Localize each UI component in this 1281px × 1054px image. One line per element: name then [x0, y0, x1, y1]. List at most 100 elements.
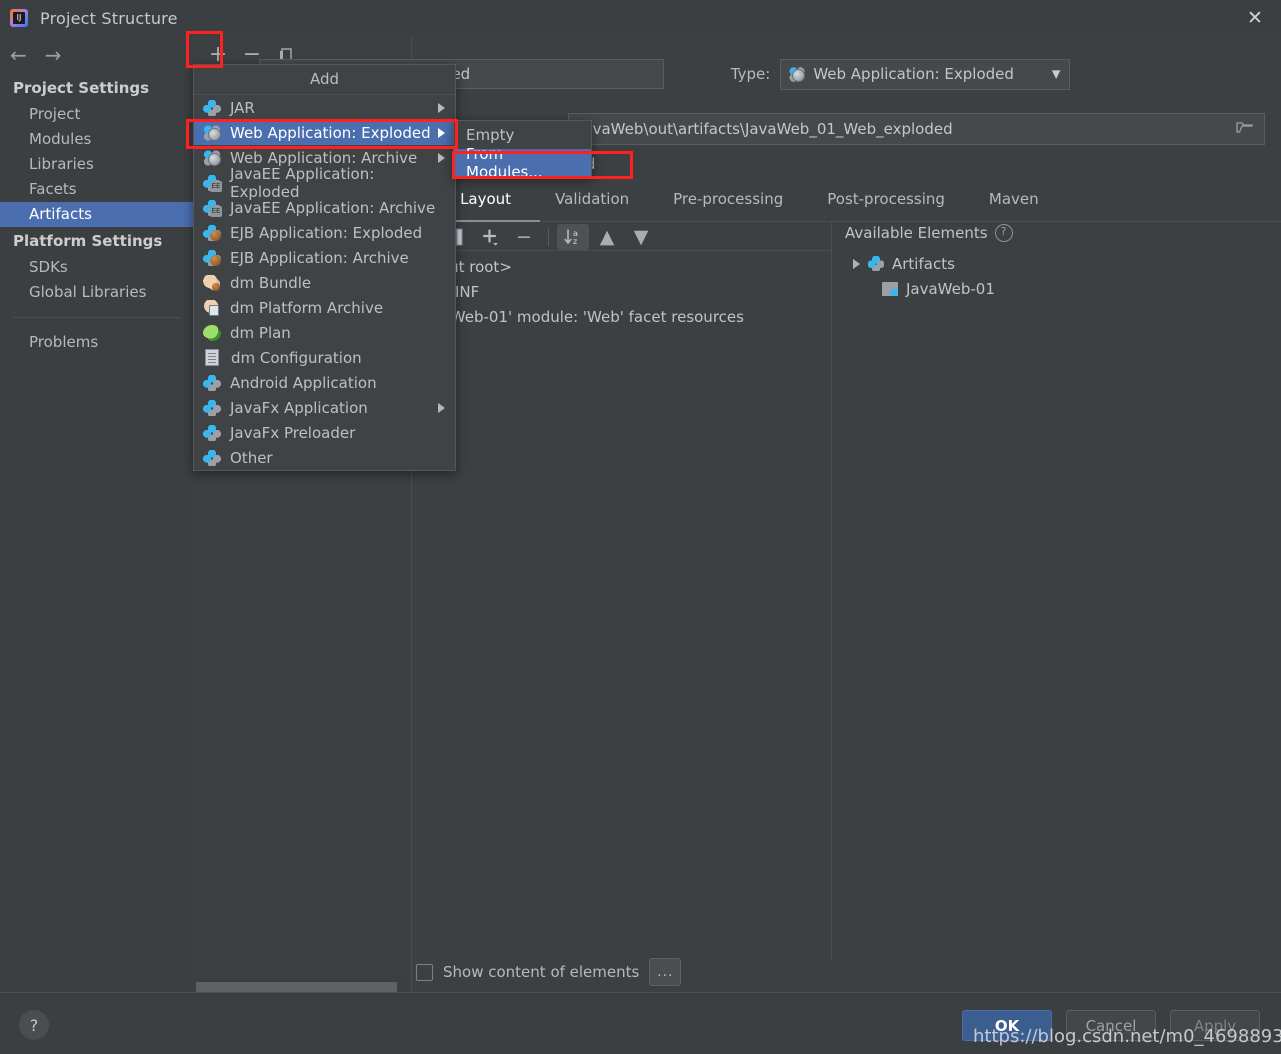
tree-row[interactable]: 'JavaWeb-01' module: 'Web' facet resourc…	[415, 305, 744, 330]
submenu-item-from-modules[interactable]: From Modules...	[454, 145, 591, 181]
sidebar-item-sdks[interactable]: SDKs	[0, 255, 193, 280]
menu-item-javaee-application-exploded[interactable]: JavaEE Application: Exploded	[194, 165, 455, 201]
arrow-up-icon[interactable]: ▲	[591, 224, 623, 250]
close-icon[interactable]: ✕	[1229, 0, 1281, 36]
menu-item-label: EJB Application: Archive	[230, 248, 409, 267]
sidebar-item-artifacts[interactable]: Artifacts	[0, 202, 193, 227]
tab-maven[interactable]: Maven	[967, 190, 1061, 218]
menu-item-label: dm Plan	[230, 323, 291, 342]
menu-item-dm-configuration[interactable]: dm Configuration	[194, 345, 455, 370]
output-directory-row: JavaWeb\out\artifacts\JavaWeb_01_Web_exp…	[568, 113, 1268, 145]
tab-post-processing[interactable]: Post-processing	[805, 190, 967, 218]
javafx-preloader-icon	[203, 424, 221, 441]
web-application-exploded-icon	[203, 124, 221, 141]
other-icon	[203, 449, 221, 466]
show-content-of-elements-row: Show content of elements ...	[416, 958, 682, 986]
dm-configuration-icon	[205, 349, 219, 366]
more-options-button[interactable]: ...	[649, 958, 682, 986]
available-elements-header: Available Elements ?	[845, 224, 1013, 242]
chevron-right-icon	[438, 127, 445, 138]
chevron-down-icon[interactable]: ▼	[1052, 68, 1060, 81]
tab-validation[interactable]: Validation	[533, 190, 651, 218]
dm-platform-archive-icon	[203, 299, 221, 316]
available-elements-divider	[831, 222, 832, 960]
menu-item-other[interactable]: Other	[194, 445, 455, 470]
help-button[interactable]: ?	[19, 1010, 49, 1040]
menu-item-android-application[interactable]: Android Application	[194, 370, 455, 395]
sidebar-item-modules[interactable]: Modules	[0, 127, 193, 152]
sidebar-item-libraries[interactable]: Libraries	[0, 152, 193, 177]
available-element-row[interactable]: Artifacts	[845, 251, 1013, 276]
artifact-tabs: utput Layout Validation Pre-processing P…	[415, 190, 1061, 218]
svg-text:z: z	[573, 237, 577, 246]
available-elements-panel: Available Elements ? Artifacts JavaWeb-0…	[845, 224, 1013, 301]
tree-row[interactable]: output root>	[415, 255, 744, 280]
sidebar-item-project[interactable]: Project	[0, 102, 193, 127]
sidebar-group-platform-settings: Platform Settings	[13, 232, 163, 250]
chevron-right-icon	[438, 152, 445, 163]
add-element-button[interactable]	[474, 224, 506, 250]
dm-bundle-icon	[203, 274, 221, 291]
web-application-exploded-submenu: Empty From Modules...	[453, 120, 592, 181]
javafx-application-icon	[203, 399, 221, 416]
question-mark-icon[interactable]: ?	[994, 224, 1013, 242]
sidebar-item-facets[interactable]: Facets	[0, 177, 193, 202]
ejb-application-exploded-icon	[203, 224, 221, 241]
arrow-left-icon[interactable]: ←	[10, 45, 27, 65]
navigation-arrows: ← →	[0, 36, 193, 74]
menu-item-label: Other	[230, 448, 273, 467]
arrow-down-icon[interactable]: ▼	[625, 224, 657, 250]
artifact-type-select[interactable]: Web Application: Exploded ▼	[780, 58, 1071, 90]
menu-item-ejb-application-archive[interactable]: EJB Application: Archive	[194, 245, 455, 270]
toolbar-separator	[548, 228, 549, 246]
menu-item-label: JavaEE Application: Archive	[230, 198, 436, 217]
remove-element-button[interactable]: −	[508, 224, 540, 250]
output-directory-input[interactable]: JavaWeb\out\artifacts\JavaWeb_01_Web_exp…	[568, 113, 1265, 145]
sidebar-divider	[13, 317, 180, 318]
artifact-type-value: Web Application: Exploded	[813, 65, 1014, 83]
module-folder-icon	[882, 281, 898, 296]
sidebar-item-global-libraries[interactable]: Global Libraries	[0, 280, 193, 305]
menu-item-label: dm Platform Archive	[230, 298, 384, 317]
menu-item-dm-platform-archive[interactable]: dm Platform Archive	[194, 295, 455, 320]
output-layout-tree: output root> WEB-INF 'JavaWeb-01' module…	[415, 255, 744, 330]
tree-row-label: 'JavaWeb-01' module: 'Web' facet resourc…	[415, 308, 744, 326]
menu-item-label: dm Configuration	[231, 348, 362, 367]
tab-pre-processing[interactable]: Pre-processing	[651, 190, 805, 218]
menu-item-label: EJB Application: Exploded	[230, 223, 423, 242]
menu-item-web-application-exploded[interactable]: Web Application: Exploded	[194, 120, 455, 145]
checkbox-unchecked-icon[interactable]	[416, 963, 433, 981]
menu-item-javaee-application-archive[interactable]: JavaEE Application: Archive	[194, 195, 455, 220]
arrow-right-icon[interactable]: →	[45, 45, 62, 65]
output-layout-toolbar: − a z ▲ ▼	[440, 224, 657, 250]
toolbar-rule	[415, 250, 831, 251]
add-menu-title: Add	[194, 65, 455, 95]
menu-item-javafx-preloader[interactable]: JavaFx Preloader	[194, 420, 455, 445]
menu-item-ejb-application-exploded[interactable]: EJB Application: Exploded	[194, 220, 455, 245]
sidebar-group-project-settings: Project Settings	[13, 79, 150, 97]
menu-item-label: JavaFx Preloader	[230, 423, 356, 442]
sidebar-item-problems[interactable]: Problems	[0, 330, 193, 355]
menu-item-dm-plan[interactable]: dm Plan	[194, 320, 455, 345]
web-application-archive-icon	[203, 149, 221, 166]
tree-row[interactable]: WEB-INF	[415, 280, 744, 305]
menu-item-dm-bundle[interactable]: dm Bundle	[194, 270, 455, 295]
javaee-application-exploded-icon	[203, 174, 222, 192]
show-content-of-elements-label: Show content of elements	[443, 963, 640, 981]
android-application-icon	[203, 374, 221, 391]
project-structure-dialog: IJ Project Structure ✕ ← → Project Setti…	[0, 0, 1281, 1054]
javaee-application-archive-icon	[203, 199, 222, 217]
menu-item-javafx-application[interactable]: JavaFx Application	[194, 395, 455, 420]
submenu-item-label: From Modules...	[466, 145, 543, 181]
watermark-text: https://blog.csdn.net/m0_46988935	[973, 1026, 1281, 1047]
add-artifact-menu: Add JAR Web Application: Exploded Web Ap…	[193, 64, 456, 471]
menu-item-jar[interactable]: JAR	[194, 95, 455, 120]
menu-item-label: JavaFx Application	[230, 398, 368, 417]
output-directory-value: JavaWeb\out\artifacts\JavaWeb_01_Web_exp…	[579, 120, 953, 138]
available-element-row[interactable]: JavaWeb-01	[845, 276, 1013, 301]
folder-icon[interactable]	[1236, 120, 1254, 138]
sort-az-icon[interactable]: a z	[557, 224, 589, 250]
expand-triangle-icon[interactable]	[853, 258, 860, 269]
window-title: Project Structure	[40, 8, 178, 28]
horizontal-scrollbar-thumb[interactable]	[196, 982, 397, 992]
